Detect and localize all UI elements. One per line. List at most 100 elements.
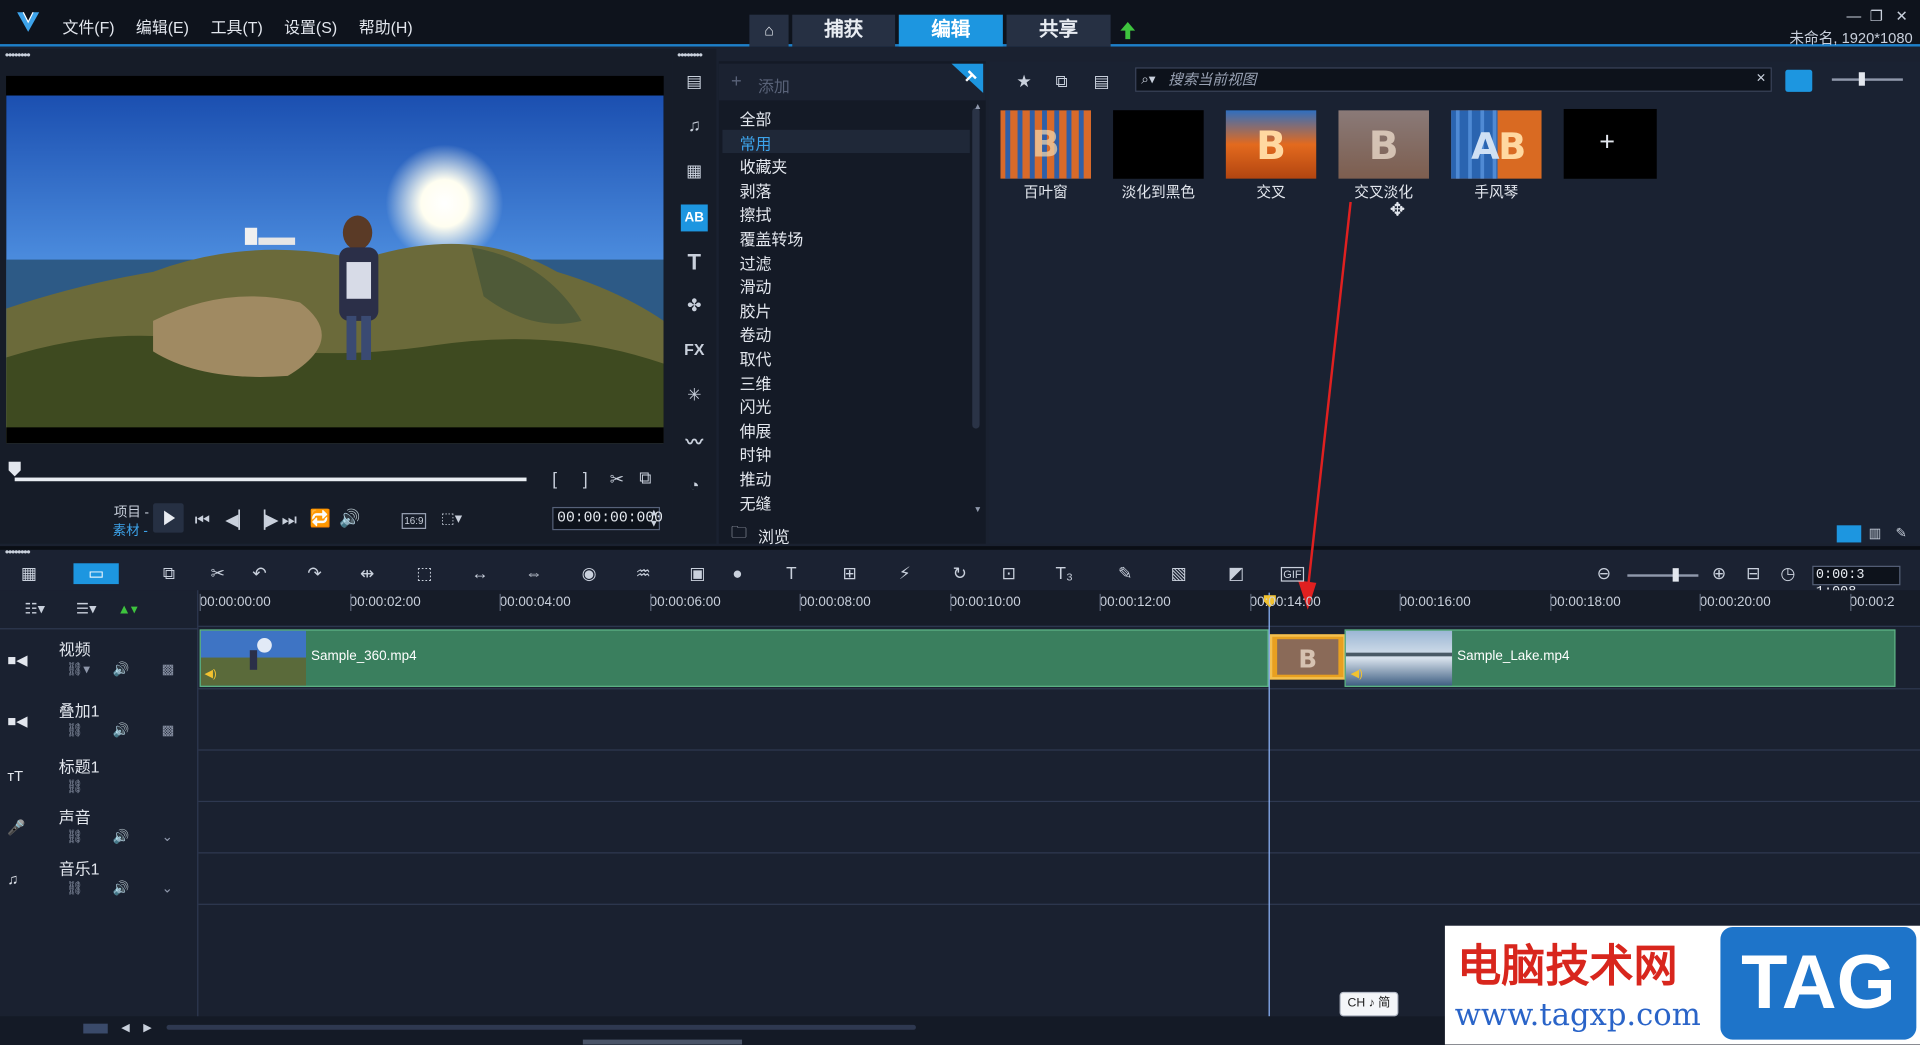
gallery-view-option-icon[interactable] [1836,525,1862,543]
undo-icon[interactable]: ↶ [252,563,266,584]
clock-icon[interactable]: ◷ [1780,563,1795,584]
rotate-icon[interactable]: ↻ [953,563,967,584]
panel-grip-icon[interactable]: •••••••• [5,49,31,62]
split-clip-icon[interactable]: ✂ [610,469,624,490]
chevron-down-icon[interactable]: ⌄ [162,880,173,897]
scroll-mode-icon[interactable] [83,1023,108,1034]
capture-icon[interactable]: ⊡ [1002,563,1016,584]
template-icon[interactable]: ▦ [681,160,708,187]
link-icon[interactable]: ⛓ [66,779,83,795]
track-volume-icon[interactable]: 🔊 [113,880,130,897]
project-duration-field[interactable]: 0:00:3 1:008 [1812,565,1901,600]
menu-tools[interactable]: 工具(T) [211,15,263,38]
panel-grip-icon[interactable]: •••••••• [5,546,31,559]
transition-thumb-crossfade[interactable]: B 交叉淡化 [1336,108,1444,201]
playhead[interactable] [1268,592,1270,1017]
project-mode-label[interactable]: 项目 - [114,502,149,522]
timeline-ruler[interactable] [198,590,1920,627]
crop-tool-icon[interactable]: ⬚ [416,563,432,584]
category-item[interactable]: 无缝 [740,491,772,514]
timeline-zoom-handle[interactable] [1672,568,1679,582]
transition-thumb-accordion[interactable]: A B 手风琴 [1449,108,1557,201]
play-button[interactable] [153,503,184,533]
category-item[interactable]: 常用 [740,131,772,154]
enlarge-preview-icon[interactable]: ⧉ [639,468,651,489]
adjust-icon[interactable]: ◩ [1228,563,1244,584]
timeline-zoom-slider[interactable] [1627,574,1699,577]
menu-help[interactable]: 帮助(H) [359,15,413,38]
apply-to-video-icon[interactable]: ▤ [1093,71,1109,92]
category-item[interactable]: 覆盖转场 [740,227,804,250]
zoom-fit-icon[interactable]: ⇔ [525,563,542,583]
category-item[interactable]: 卷动 [740,323,772,346]
thumbnail-size-slider[interactable] [1831,78,1903,81]
fit-width-icon[interactable]: ↔ [471,563,488,583]
category-item[interactable]: 剥落 [740,179,772,202]
transition-thumb-cross[interactable]: B 交叉 [1223,108,1331,201]
speed-icon[interactable]: ◔ [681,475,708,502]
timeline-view-icon[interactable]: ▦ [21,563,37,584]
transition-thumb-blinds[interactable]: B 百叶窗 [998,108,1106,201]
ime-indicator[interactable]: CH ♪ 简 [1339,991,1399,1017]
transition-thumb-fade-to-black[interactable]: 淡化到黑色 [1111,108,1219,201]
title-icon[interactable]: T [681,250,708,277]
path-icon[interactable]: ✳ [681,384,708,411]
go-to-start-icon[interactable]: ⏮ [195,509,210,530]
timecode-field[interactable]: 00:00:00:000 [552,506,663,531]
color-grade-icon[interactable]: ▧ [1171,563,1187,584]
thumbnail-size-handle[interactable] [1858,72,1865,86]
paint-icon[interactable]: ✎ [1118,563,1132,584]
scroll-left-icon[interactable]: ◀ [121,1021,129,1034]
scroll-down-icon[interactable]: ▼ [973,506,981,515]
track-volume-icon[interactable]: 🔊 [113,661,130,677]
link-icon[interactable]: ⛓ [66,722,83,739]
mark-in-icon[interactable]: [ [552,469,557,489]
chevron-down-icon[interactable]: ⌄ [162,829,173,845]
apply-to-overlay-icon[interactable]: ⧉ [1056,71,1068,92]
media-library-icon[interactable]: ▤ [681,71,708,98]
record-icon[interactable]: ◉ [582,563,597,584]
category-item[interactable]: 收藏夹 [740,155,788,178]
tab-capture[interactable]: 捕获 [792,14,896,47]
restore-icon[interactable]: ❐ [1870,7,1883,24]
category-item[interactable]: 伸展 [740,419,772,442]
home-tab[interactable]: ⌂ [749,14,789,47]
panel-grip-icon[interactable]: •••••••• [677,49,703,62]
redo-icon[interactable]: ↷ [307,563,321,584]
category-item[interactable]: 取代 [740,347,772,370]
transition-icon[interactable]: AB [680,204,708,232]
scroll-right-icon[interactable]: ▶ [143,1021,151,1034]
track-volume-icon[interactable]: 🔊 [113,722,130,739]
transition-clip[interactable]: B [1269,634,1346,680]
scroll-up-icon[interactable]: ▲ [973,103,981,112]
browse-folder-icon[interactable]: 🗀 [731,522,747,549]
repeat-icon[interactable]: 🔁 [310,508,331,529]
3d-title-icon[interactable]: T₃ [1056,563,1073,583]
fit-timeline-icon[interactable]: ⇹ [360,563,374,584]
add-to-favorites-tile[interactable]: + [1563,108,1657,179]
gif-icon[interactable]: GIF [1280,566,1305,582]
zoom-out-icon[interactable]: ⊖ [1597,563,1611,584]
category-item[interactable]: 过滤 [740,251,772,274]
zoom-in-icon[interactable]: ⊕ [1712,563,1726,584]
minimize-icon[interactable]: — [1847,7,1862,24]
scrub-bar[interactable] [14,477,527,482]
previous-frame-icon[interactable]: ◀▏ [225,509,251,530]
crop-mode-icon[interactable]: ⬚▾ [441,509,462,526]
audio-mix-icon[interactable]: ♒ [636,563,651,584]
scrub-handle-icon[interactable] [8,461,21,477]
category-item[interactable]: 擦拭 [740,203,772,226]
mask-icon[interactable]: ● [732,563,742,583]
next-frame-icon[interactable]: ▕▶ [252,509,278,530]
ripple-edit-icon[interactable]: ▲▾ [118,601,138,617]
clear-search-icon[interactable]: ✕ [1756,72,1766,85]
split-screen-icon[interactable]: ⊞ [842,563,856,584]
category-item[interactable]: 滑动 [740,275,772,298]
track-volume-icon[interactable]: 🔊 [113,829,130,845]
add-favorite-icon[interactable]: ★ [1016,71,1031,92]
motion-track-icon[interactable]: 〰 [681,430,708,457]
browse-button[interactable]: 浏览 [758,524,790,547]
add-category-label[interactable]: 添加 [758,73,790,96]
upload-arrow-icon[interactable] [1119,21,1136,41]
tab-share[interactable]: 共享 [1006,14,1111,47]
